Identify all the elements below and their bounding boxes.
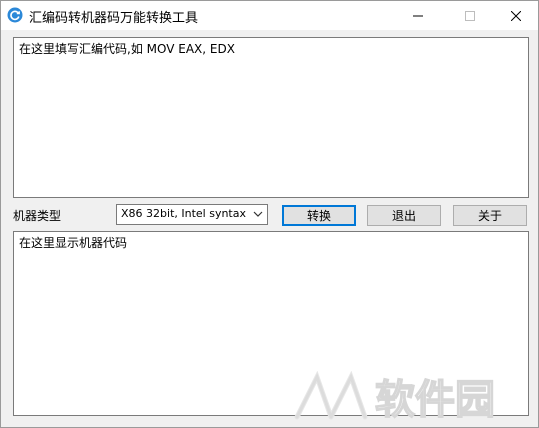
maximize-icon [465, 10, 475, 21]
machine-type-label: 机器类型 [13, 209, 62, 223]
machine-type-select[interactable]: X86 32bit, Intel syntax [116, 204, 268, 225]
close-button[interactable] [499, 1, 533, 30]
watermark-text: 软件园 [375, 377, 495, 421]
assembly-input[interactable]: 在这里填写汇编代码,如 MOV EAX, EDX [13, 37, 529, 198]
exit-button[interactable]: 退出 [367, 205, 441, 226]
machine-type-value: X86 32bit, Intel syntax [121, 207, 246, 220]
about-button[interactable]: 关于 [453, 205, 527, 226]
about-button-label: 关于 [477, 209, 502, 223]
exit-button-label: 退出 [391, 209, 416, 223]
machine-code-output-text: 在这里显示机器代码 [19, 236, 128, 250]
convert-button[interactable]: 转换 [282, 205, 356, 226]
app-window: 汇编码转机器码万能转换工具 在这里填写汇编代码,如 MOV EAX, EDX 机… [0, 0, 539, 428]
minimize-button[interactable] [401, 1, 435, 30]
maximize-button[interactable] [453, 1, 487, 30]
title-bar[interactable]: 汇编码转机器码万能转换工具 [1, 1, 538, 30]
refresh-icon [7, 7, 23, 23]
chevron-down-icon [253, 211, 263, 217]
convert-button-label: 转换 [306, 209, 331, 223]
close-icon [511, 10, 521, 21]
assembly-input-text: 在这里填写汇编代码,如 MOV EAX, EDX [19, 42, 235, 56]
minimize-icon [413, 15, 423, 16]
watermark-logo: 软件园 [294, 371, 496, 421]
window-title: 汇编码转机器码万能转换工具 [29, 11, 199, 26]
